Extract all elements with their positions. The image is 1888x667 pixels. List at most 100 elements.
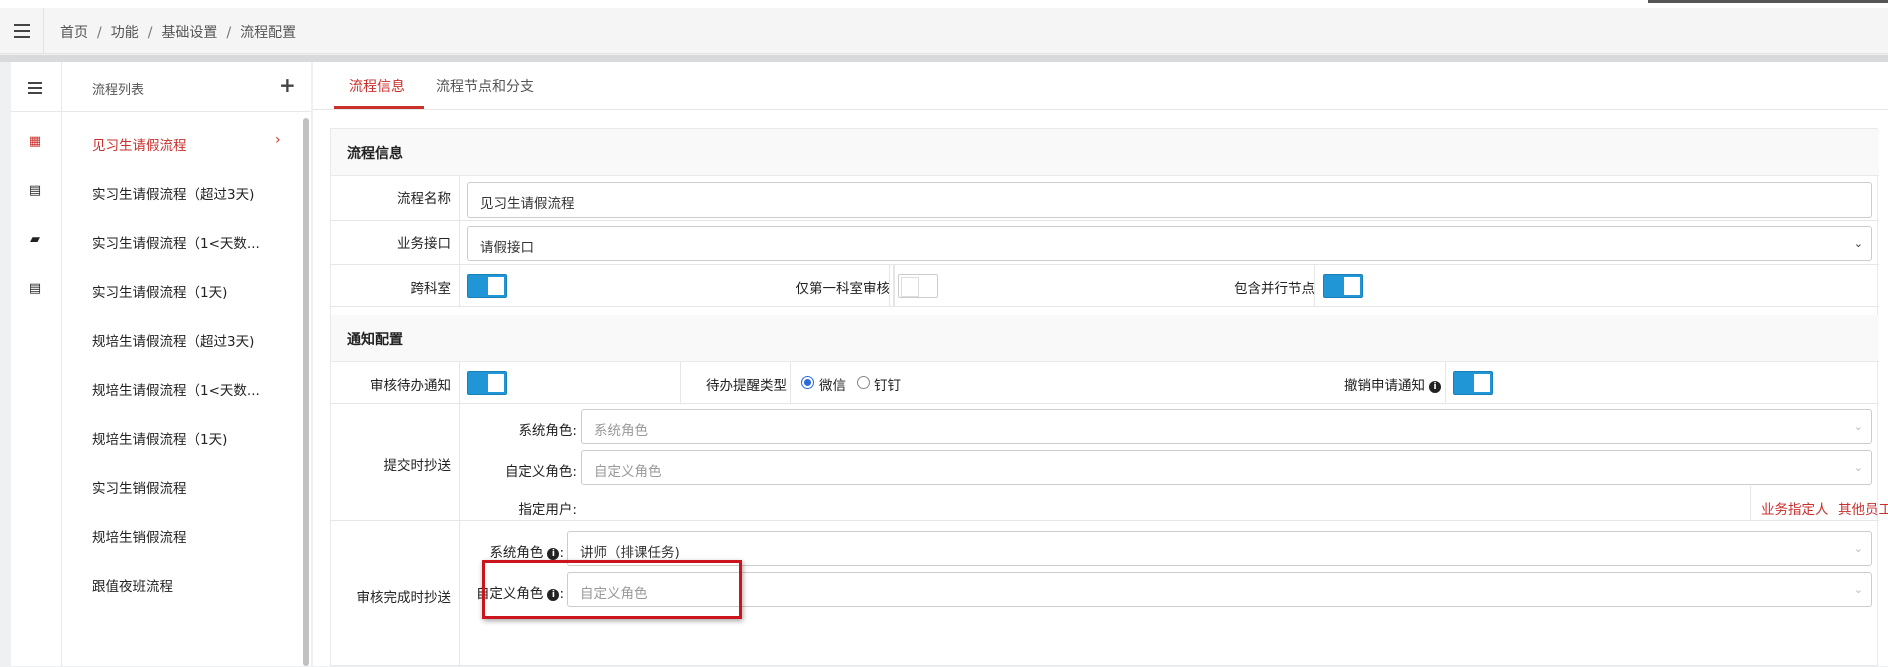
cell-divider	[1750, 486, 1751, 521]
info-icon[interactable]: i	[547, 548, 560, 560]
calendar-icon: ▦	[28, 134, 42, 149]
list-menu-icon[interactable]	[28, 82, 42, 94]
section-title: 通知配置	[347, 332, 403, 348]
first-dept-switch[interactable]	[898, 274, 938, 298]
breadcrumb-separator: /	[226, 25, 232, 41]
revoke-notify-switch[interactable]	[1453, 371, 1493, 395]
pending-notify-label: 审核待办通知	[370, 378, 451, 394]
breadcrumb-separator: /	[97, 25, 102, 41]
tab-bar: 流程信息 流程节点和分支	[313, 62, 1888, 110]
complete-sys-role-value: 讲师（排课任务)	[580, 545, 680, 561]
chevron-down-icon: ⌄	[1853, 237, 1863, 250]
business-assignee-link[interactable]: 业务指定人	[1761, 498, 1829, 518]
revoke-notify-label: 撤销申请通知 i	[1316, 374, 1441, 394]
section-header-notify: 通知配置	[331, 315, 1879, 362]
sidebar-item-resident-leave-over3[interactable]: 规培生请假流程（超过3天)	[11, 315, 311, 364]
revoke-notify-text: 撤销申请通知	[1344, 378, 1425, 394]
complete-sys-role-select[interactable]: 讲师（排课任务) ⌄	[567, 531, 1872, 566]
radio-wechat[interactable]	[801, 376, 814, 389]
form-row-switches: 跨科室 仅第一科室审核 包含并行节点	[331, 265, 1879, 307]
section-header-flow-info: 流程信息	[331, 129, 1879, 176]
sidebar-item-label: 规培生请假流程（超过3天)	[92, 334, 255, 350]
submit-sys-role-placeholder: 系统角色	[594, 423, 648, 439]
sidebar-item-practice-leave-range[interactable]: ▰ 实习生请假流程（1<天数...	[11, 217, 311, 266]
menu-toggle-icon[interactable]	[0, 8, 44, 54]
window-tab-indicator	[1648, 0, 1888, 3]
complete-custom-role-select[interactable]: 自定义角色 ⌄	[567, 572, 1872, 607]
business-interface-value: 请假接口	[480, 240, 534, 256]
add-flow-button[interactable]: +	[279, 73, 296, 97]
breadcrumb-function[interactable]: 功能	[111, 25, 139, 41]
flow-name-input[interactable]: 见习生请假流程	[467, 182, 1872, 218]
sidebar-item-label: 见习生请假流程	[92, 138, 187, 154]
form-row-flow-name: 流程名称 见习生请假流程	[331, 176, 1879, 221]
sidebar-item-label: 实习生请假流程（超过3天)	[92, 187, 255, 203]
sidebar-item-practice-return[interactable]: 实习生销假流程	[11, 462, 311, 511]
divider-strip	[0, 55, 1888, 62]
sidebar-item-practice-leave-1day[interactable]: ▤ 实习生请假流程（1天)	[11, 266, 311, 315]
form-row-pending-notify: 审核待办通知 待办提醒类型 微信 钉钉 撤销申请通知 i	[331, 362, 1879, 404]
form-row-business-interface: 业务接口 请假接口 ⌄	[331, 221, 1879, 265]
label-cell: 审核待办通知	[331, 362, 460, 403]
submit-custom-role-label: 自定义角色:	[504, 464, 577, 480]
tab-flow-info[interactable]: 流程信息	[349, 76, 405, 96]
breadcrumb-flow-config: 流程配置	[240, 25, 297, 41]
chevron-down-icon: ⌄	[1853, 461, 1863, 474]
complete-sys-role-label: 系统角色 i:	[461, 541, 564, 561]
submit-sys-role-label: 系统角色:	[518, 423, 577, 439]
label-cell: 流程名称	[331, 176, 460, 220]
cell-divider	[1186, 265, 1315, 306]
chevron-down-icon: ⌄	[1853, 542, 1863, 555]
breadcrumb-separator: /	[147, 25, 153, 41]
other-staff-link[interactable]: 其他员工	[1838, 498, 1888, 518]
chevron-right-icon: ›	[275, 132, 281, 148]
submit-sys-role-select[interactable]: 系统角色 ⌄	[581, 409, 1872, 444]
submit-cc-label: 提交时抄送	[383, 458, 452, 474]
business-interface-label: 业务接口	[397, 236, 451, 252]
sidebar-title: 流程列表	[92, 83, 145, 98]
sidebar-item-label: 实习生请假流程（1<天数...	[92, 236, 260, 252]
breadcrumb-basic-settings[interactable]: 基础设置	[161, 25, 217, 41]
label-cell: 跨科室	[331, 265, 460, 306]
sidebar-item-label: 规培生请假流程（1<天数...	[92, 383, 260, 399]
cell-divider	[461, 362, 681, 403]
sidebar-item-resident-leave-range[interactable]: 规培生请假流程（1<天数...	[11, 364, 311, 413]
cell-divider	[681, 362, 791, 403]
sidebar-item-label: 实习生请假流程（1天)	[92, 285, 228, 301]
sidebar-item-resident-leave-1day[interactable]: 规培生请假流程（1天)	[11, 413, 311, 462]
sidebar-item-label: 规培生请假流程（1天)	[92, 432, 228, 448]
sidebar-item-label: 实习生销假流程	[92, 481, 187, 497]
tab-flow-nodes[interactable]: 流程节点和分支	[436, 76, 534, 96]
radio-dingtalk[interactable]	[857, 376, 870, 389]
label-cell: 审核完成时抄送	[331, 521, 460, 667]
colon: :	[559, 545, 564, 561]
cell-divider	[894, 265, 895, 306]
submit-custom-role-select[interactable]: 自定义角色 ⌄	[581, 450, 1872, 485]
sidebar-scrollbar[interactable]	[303, 118, 309, 666]
chevron-down-icon: ⌄	[1853, 420, 1863, 433]
breadcrumb: 首页 / 功能 / 基础设置 / 流程配置	[60, 22, 296, 42]
sidebar-item-label: 跟值夜班流程	[92, 579, 173, 595]
label-cell: 提交时抄送	[331, 404, 460, 520]
breadcrumb-home[interactable]: 首页	[60, 25, 88, 41]
business-interface-select[interactable]: 请假接口 ⌄	[467, 226, 1872, 261]
cross-dept-label: 跨科室	[410, 281, 452, 297]
label-cell: 业务接口	[331, 221, 460, 264]
cell-divider	[761, 265, 890, 306]
sidebar-item-resident-return[interactable]: 规培生销假流程	[11, 511, 311, 560]
sidebar-item-night-shift[interactable]: 跟值夜班流程	[11, 560, 311, 609]
file-icon: ▤	[28, 281, 42, 296]
annotation-highlight-box	[482, 560, 742, 619]
parallel-node-switch[interactable]	[1323, 274, 1363, 298]
flow-list-sidebar: 流程列表 + ▦ 见习生请假流程 › ▤ 实习生请假流程（超过3天) ▰ 实习生…	[11, 62, 311, 666]
sidebar-item-practice-leave-over3[interactable]: ▤ 实习生请假流程（超过3天)	[11, 168, 311, 217]
sidebar-header: 流程列表 +	[11, 62, 311, 112]
info-icon[interactable]: i	[1429, 381, 1441, 393]
top-strip	[0, 0, 1888, 8]
flow-name-label: 流程名称	[397, 191, 451, 207]
file-icon: ▤	[28, 183, 42, 198]
sidebar-item-intern-leave[interactable]: ▦ 见习生请假流程 ›	[11, 119, 311, 168]
sidebar-item-label: 规培生销假流程	[92, 530, 187, 546]
active-tab-indicator	[334, 106, 424, 109]
breadcrumb-bar: 首页 / 功能 / 基础设置 / 流程配置	[0, 8, 1888, 54]
